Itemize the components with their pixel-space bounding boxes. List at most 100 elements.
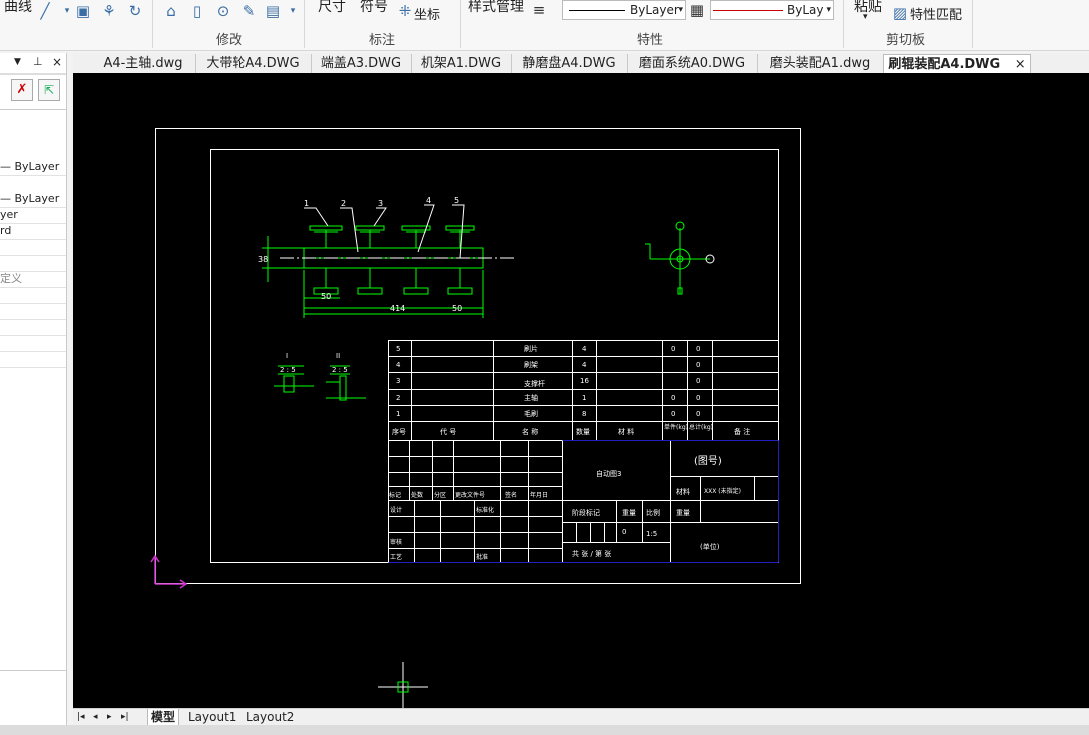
match-props-icon[interactable]: ▨: [891, 4, 909, 22]
dropdown-arrow-icon[interactable]: ▾: [284, 2, 302, 20]
tab-dadailun[interactable]: 大带轮A4.DWG: [195, 54, 312, 73]
coordinate-icon[interactable]: ⁜: [396, 2, 414, 20]
quick-select-icon[interactable]: ⇱: [38, 79, 60, 101]
svg-text:分区: 分区: [434, 491, 446, 499]
match-props-button[interactable]: 特性匹配: [910, 4, 962, 23]
palette-row-linetype[interactable]: — ByLayer: [0, 191, 66, 208]
svg-text:2: 2: [396, 394, 400, 402]
tab-momian[interactable]: 磨面系统A0.DWG: [627, 54, 758, 73]
tab-a4-zhuzhou[interactable]: A4-主轴.dwg: [91, 54, 196, 73]
first-layout-icon[interactable]: |◂: [77, 709, 85, 725]
svg-text:处数: 处数: [411, 491, 423, 499]
fillet-tool-icon[interactable]: ⌂: [162, 2, 180, 20]
svg-text:更改文件号: 更改文件号: [455, 491, 485, 499]
palette-row-style[interactable]: rd: [0, 223, 66, 240]
svg-text:XXX (未指定): XXX (未指定): [704, 487, 741, 495]
props-tool-icon[interactable]: ▤: [264, 2, 282, 20]
svg-text:0: 0: [671, 394, 675, 402]
next-layout-icon[interactable]: ▸: [107, 709, 112, 725]
close-icon[interactable]: ×: [52, 55, 62, 69]
prev-layout-icon[interactable]: ◂: [93, 709, 98, 725]
svg-text:3: 3: [396, 377, 400, 385]
title-block-text: 自动图3 (图号) 材料 XXX (未指定) 重量 阶段标记 重量 比例 1:5…: [389, 455, 741, 561]
palette-row-custom[interactable]: 定义: [0, 271, 66, 288]
svg-text:审核: 审核: [390, 538, 402, 546]
svg-text:标记: 标记: [389, 491, 401, 499]
linetype-combo[interactable]: ByLayer ▾: [562, 0, 686, 20]
svg-text:比例: 比例: [646, 508, 660, 517]
coordinate-menu[interactable]: 坐标: [414, 4, 440, 23]
drawing-svg: 50 414 50 38 1 2 3 4 5 I II 2: 5 2: 5 …: [150, 128, 801, 708]
svg-text:材 料: 材 料: [618, 427, 634, 436]
palette-row-layer[interactable]: yer: [0, 207, 66, 224]
chamfer-tool-icon[interactable]: ▯: [188, 2, 206, 20]
svg-text:1: 1: [396, 410, 400, 418]
line-tool-icon[interactable]: ╱: [36, 2, 54, 20]
svg-text:16: 16: [580, 377, 589, 385]
tab-model[interactable]: 模型: [147, 709, 180, 726]
drawing-canvas[interactable]: 50 414 50 38 1 2 3 4 5 I II 2: 5 2: 5 …: [73, 73, 1089, 708]
svg-text:刷片: 刷片: [524, 344, 538, 353]
color-combo[interactable]: ByLay ▾: [710, 0, 834, 20]
svg-text:自动图3: 自动图3: [596, 469, 621, 478]
callout-5: 5: [454, 196, 459, 205]
svg-text:备 注: 备 注: [734, 427, 750, 436]
lineweight-icon[interactable]: ▦: [688, 1, 706, 19]
dropdown-arrow-icon[interactable]: ▾: [863, 12, 868, 22]
symbol-menu[interactable]: 符号: [360, 0, 388, 16]
pin-icon[interactable]: ⊥: [33, 55, 43, 68]
last-layout-icon[interactable]: ▸|: [121, 709, 129, 725]
properties-palette: ▼ ⊥ × ✗ ⇱ — ByLayer — ByLayer yer rd 定义: [0, 53, 67, 735]
tab-motou[interactable]: 磨头装配A1.dwg: [757, 54, 884, 73]
svg-text:0: 0: [696, 345, 700, 353]
palette-row-color[interactable]: — ByLayer: [0, 159, 66, 176]
break-tool-icon[interactable]: ⊙: [214, 2, 232, 20]
svg-text:0: 0: [696, 410, 700, 418]
svg-text:0: 0: [696, 377, 700, 385]
dimension-menu[interactable]: 尺寸: [318, 0, 346, 16]
section-label-1: I: [286, 352, 288, 360]
clear-selection-icon[interactable]: ✗: [11, 79, 33, 101]
trim-tool-icon[interactable]: ▣: [74, 2, 92, 20]
tab-jijia[interactable]: 机架A1.DWG: [411, 54, 512, 73]
copy-tool-icon[interactable]: ⚘: [100, 2, 118, 20]
svg-text:5: 5: [396, 345, 400, 353]
tab-jingmopan[interactable]: 静磨盘A4.DWG: [511, 54, 628, 73]
edit-tool-icon[interactable]: ✎: [240, 2, 258, 20]
tab-duangai[interactable]: 端盖A3.DWG: [311, 54, 412, 73]
status-bar: [0, 725, 1089, 735]
svg-text:总计(kg): 总计(kg): [689, 423, 713, 431]
palette-dropdown-icon[interactable]: ▼: [14, 57, 21, 67]
svg-text:1: 1: [582, 394, 586, 402]
tab-shuagun[interactable]: 刷辊装配A4.DWG ×: [883, 54, 1031, 74]
svg-text:材料: 材料: [676, 487, 690, 496]
tab-close-icon[interactable]: ×: [1015, 57, 1026, 72]
callout-1: 1: [304, 199, 309, 208]
curve-menu[interactable]: 曲线: [4, 0, 32, 16]
dim-414: 414: [390, 304, 405, 313]
svg-text:重量: 重量: [622, 509, 636, 517]
svg-text:4: 4: [582, 345, 587, 353]
svg-text:0: 0: [696, 394, 700, 402]
rotate-tool-icon[interactable]: ↻: [126, 2, 144, 20]
style-manager-menu[interactable]: 样式管理: [468, 0, 524, 16]
dim-38: 38: [258, 255, 268, 264]
callout-3: 3: [378, 199, 383, 208]
svg-text:重量: 重量: [676, 509, 690, 517]
section-label-2: II: [336, 352, 340, 360]
dim-50-right: 50: [452, 304, 462, 313]
svg-text:序号: 序号: [392, 427, 406, 436]
tab-layout1[interactable]: Layout1: [188, 709, 236, 725]
section-scale-1: 2 : 5: [280, 366, 296, 374]
svg-text:主轴: 主轴: [524, 393, 538, 402]
group-annotate-label: 标注: [369, 33, 396, 48]
paste-button[interactable]: 粘贴: [854, 0, 882, 16]
svg-text:名 称: 名 称: [522, 427, 538, 436]
linetype-icon[interactable]: ≡: [530, 1, 548, 19]
svg-text:支撑杆: 支撑杆: [524, 379, 545, 388]
svg-text:(单位): (单位): [700, 542, 720, 551]
tab-layout2[interactable]: Layout2: [246, 709, 294, 725]
svg-text:8: 8: [582, 410, 586, 418]
svg-text:共 张 / 第 张: 共 张 / 第 张: [572, 549, 611, 558]
section-scale-2: 2 : 5: [332, 366, 348, 374]
